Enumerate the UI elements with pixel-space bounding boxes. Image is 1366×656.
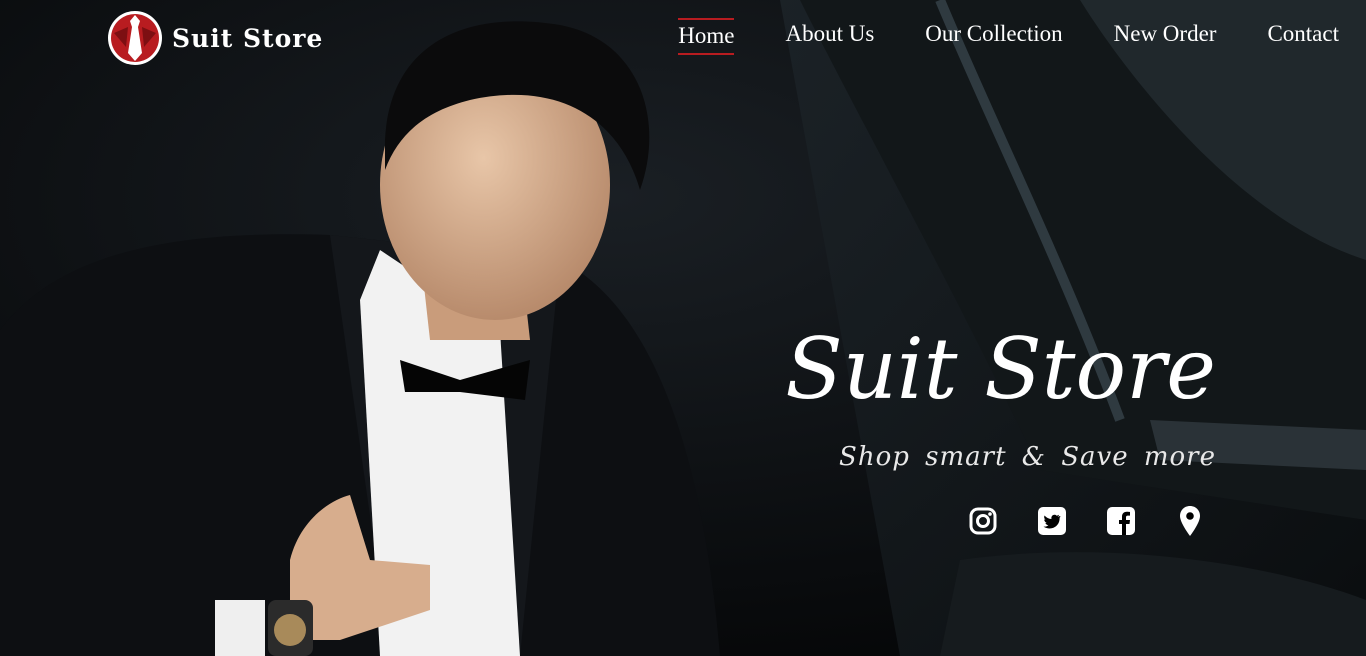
hero-title: Suit Store xyxy=(785,320,1216,418)
instagram-icon[interactable] xyxy=(966,504,1000,538)
nav-our-collection[interactable]: Our Collection xyxy=(925,18,1062,55)
nav-home[interactable]: Home xyxy=(678,18,735,55)
brand-name: Suit Store xyxy=(172,23,324,53)
nav-new-order[interactable]: New Order xyxy=(1114,18,1217,55)
brand-logo[interactable]: Suit Store xyxy=(108,11,323,65)
social-links xyxy=(966,504,1207,538)
twitter-icon[interactable] xyxy=(1035,504,1069,538)
map-pin-icon[interactable] xyxy=(1173,504,1207,538)
tie-logo-icon xyxy=(108,11,162,65)
nav-about-us[interactable]: About Us xyxy=(785,18,874,55)
main-nav: Home About Us Our Collection New Order C… xyxy=(627,18,1339,55)
hero-subtitle: Shop smart & Save more xyxy=(839,442,1216,472)
nav-contact[interactable]: Contact xyxy=(1267,18,1339,55)
facebook-icon[interactable] xyxy=(1104,504,1138,538)
